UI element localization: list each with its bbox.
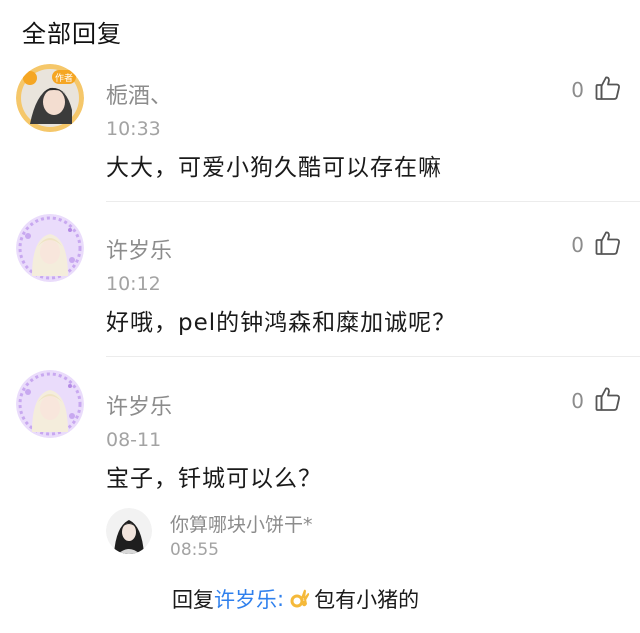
- comment-username[interactable]: 许岁乐: [106, 389, 172, 421]
- avatar[interactable]: [16, 214, 84, 282]
- divider: [106, 201, 640, 202]
- like-count: 0: [571, 233, 584, 257]
- thumbs-up-icon: [594, 229, 622, 261]
- comment-time: 08-11: [106, 429, 162, 451]
- reply-colon: :: [277, 587, 285, 611]
- like-count: 0: [571, 389, 584, 413]
- like-count: 0: [571, 78, 584, 102]
- page-title: 全部回复: [22, 20, 122, 48]
- thumbs-up-icon: [594, 74, 622, 106]
- comment-text: 好哦，pel的钟鸿森和糜加诚呢？: [106, 310, 457, 336]
- like-button[interactable]: 0: [571, 74, 622, 106]
- avatar[interactable]: 作者: [16, 64, 84, 132]
- reply-content: 回复 许岁乐 : 包有小猪的: [172, 584, 419, 614]
- reply-time: 08:55: [170, 540, 219, 560]
- divider: [106, 356, 640, 357]
- comment-text: 大大，可爱小狗久酷可以存在嘛: [106, 155, 442, 181]
- comment-username[interactable]: 栀酒、: [106, 78, 172, 110]
- thumbs-up-icon: [594, 385, 622, 417]
- comment-username[interactable]: 许岁乐: [106, 233, 172, 265]
- reply-target-link[interactable]: 许岁乐: [214, 584, 277, 614]
- reply-avatar[interactable]: [106, 508, 152, 554]
- comment-text: 宝子，钎城可以么？: [106, 466, 322, 492]
- comment-time: 10:12: [106, 273, 161, 295]
- like-button[interactable]: 0: [571, 385, 622, 417]
- reply-username[interactable]: 你算哪块小饼干*: [170, 510, 313, 537]
- reply-prefix: 回复: [172, 588, 214, 612]
- ok-hand-emoji-icon: [288, 587, 312, 611]
- avatar[interactable]: [16, 370, 84, 438]
- reply-text: 包有小猪的: [314, 588, 420, 612]
- author-badge: 作者: [55, 72, 73, 84]
- comment-time: 10:33: [106, 118, 161, 140]
- like-button[interactable]: 0: [571, 229, 622, 261]
